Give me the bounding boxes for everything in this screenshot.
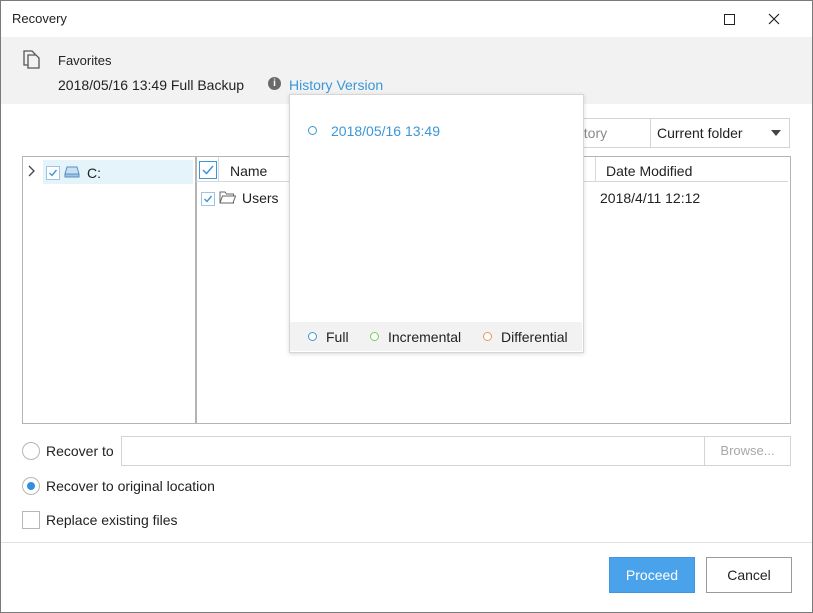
history-version-link[interactable]: History Version	[289, 77, 383, 93]
proceed-button[interactable]: Proceed	[609, 557, 695, 593]
close-icon	[768, 13, 780, 25]
replace-existing-checkbox[interactable]	[22, 511, 40, 529]
close-button[interactable]	[752, 1, 796, 37]
folder-scope-value: Current folder	[657, 125, 743, 141]
recover-to-label: Recover to	[46, 443, 114, 459]
folder-scope-select[interactable]: Current folder	[650, 118, 790, 148]
file-date-modified: 2018/4/11 12:12	[600, 190, 701, 206]
drive-icon	[64, 166, 80, 178]
maximize-button[interactable]	[707, 1, 751, 37]
select-all-checkbox[interactable]	[199, 161, 217, 179]
backup-description: 2018/05/16 13:49 Full Backup	[58, 77, 245, 93]
tree-item-checkbox[interactable]	[46, 166, 60, 180]
folder-tree-pane	[22, 156, 197, 424]
browse-button[interactable]: Browse...	[704, 436, 791, 466]
drive-label: C:	[87, 165, 101, 181]
chevron-down-icon	[771, 130, 781, 136]
replace-existing-label: Replace existing files	[46, 512, 178, 528]
legend-incremental: Incremental	[388, 329, 462, 345]
file-name: Users	[242, 190, 279, 206]
incremental-legend-dot-icon	[370, 332, 379, 341]
favorites-label: Favorites	[58, 53, 112, 68]
document-copy-icon	[23, 50, 40, 69]
legend-differential: Differential	[501, 329, 568, 345]
legend-full: Full	[326, 329, 349, 345]
column-header-name[interactable]: Name	[230, 163, 267, 179]
recover-original-label: Recover to original location	[46, 478, 215, 494]
row-checkbox[interactable]	[201, 192, 215, 206]
title-bar	[1, 1, 812, 37]
maximize-icon	[723, 13, 735, 25]
version-item[interactable]: 2018/05/16 13:49	[331, 123, 440, 139]
cancel-button[interactable]: Cancel	[706, 557, 792, 593]
info-icon: i	[268, 77, 281, 90]
column-separator	[595, 157, 596, 181]
full-version-dot-icon	[308, 126, 317, 135]
window-title: Recovery	[12, 11, 67, 26]
footer-divider	[1, 542, 812, 543]
recover-path-input[interactable]	[121, 436, 706, 466]
chevron-right-icon[interactable]	[28, 165, 36, 180]
recover-original-radio[interactable]	[22, 477, 40, 495]
recover-to-radio[interactable]	[22, 442, 40, 460]
column-separator	[218, 157, 219, 181]
full-legend-dot-icon	[308, 332, 317, 341]
folder-icon	[219, 191, 236, 204]
column-header-date-modified[interactable]: Date Modified	[606, 163, 692, 179]
differential-legend-dot-icon	[483, 332, 492, 341]
